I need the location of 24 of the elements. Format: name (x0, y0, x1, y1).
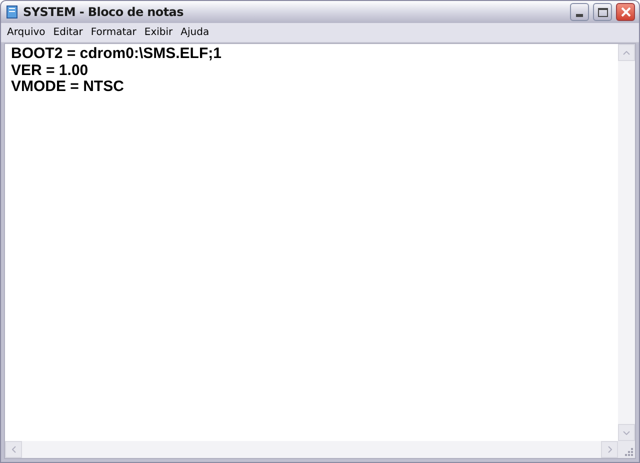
scroll-right-button[interactable] (601, 441, 618, 458)
notepad-icon (5, 5, 19, 19)
minimize-button[interactable] (570, 3, 589, 21)
minimize-icon (576, 14, 583, 17)
maximize-button[interactable] (593, 3, 612, 21)
close-icon (620, 7, 630, 17)
text-line: VMODE = NTSC (11, 79, 124, 96)
text-line: VER = 1.00 (11, 62, 88, 79)
grip-icon (624, 447, 633, 456)
scroll-up-button[interactable] (618, 44, 635, 61)
text-line: BOOT2 = cdrom0:\SMS.ELF;1 (11, 46, 222, 62)
maximize-icon (598, 8, 608, 16)
close-button[interactable] (616, 3, 635, 21)
scroll-left-button[interactable] (5, 441, 22, 458)
size-grip[interactable] (618, 441, 635, 458)
menu-item[interactable]: Formatar (86, 25, 140, 40)
window-title: SYSTEM - Bloco de notas (23, 4, 184, 21)
menu-item[interactable]: Exibir (140, 25, 177, 40)
scroll-down-button[interactable] (618, 424, 635, 441)
menu-item[interactable]: Arquivo (3, 25, 50, 40)
vertical-scrollbar[interactable] (618, 44, 635, 441)
menu-item[interactable]: Editar (49, 25, 87, 40)
menu-item[interactable]: Ajuda (176, 25, 214, 40)
horizontal-scrollbar[interactable] (5, 441, 618, 458)
